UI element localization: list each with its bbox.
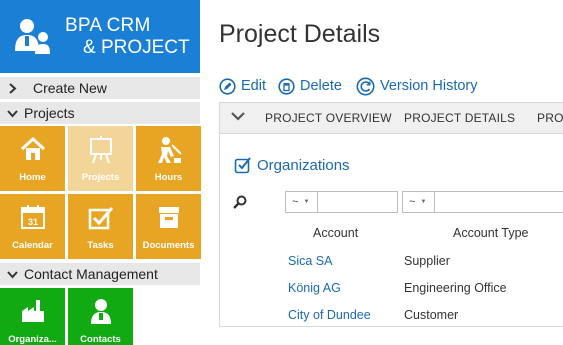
tile-label: Home [19,172,46,183]
brand-header[interactable]: BPA CRM & PROJECT [0,0,200,73]
svg-text:31: 31 [27,217,37,227]
tile-label: Documents [142,240,195,251]
account-type-cell: Engineering Office [404,281,507,295]
tile-home[interactable]: Home [0,126,65,191]
create-new-label: Create New [33,80,107,96]
tile-label: Tasks [87,240,114,251]
account-filter-input[interactable] [318,192,397,212]
edit-label: Edit [241,78,266,94]
account-type-filter: ~ ▼ [402,191,563,213]
factory-icon [0,298,65,328]
tile-label: Hours [154,172,183,183]
tile-label: Organiza... [8,334,57,345]
checkbox-icon [68,204,133,234]
account-type-filter-input[interactable] [435,192,563,212]
easel-icon [68,136,133,166]
brand-title: BPA CRM [65,15,151,36]
nav-create-new[interactable]: Create New [0,77,200,99]
delete-button[interactable]: Delete [278,76,342,96]
account-link[interactable]: König AG [288,281,341,295]
column-header-account-type[interactable]: Account Type [453,226,529,240]
nav-projects-section[interactable]: Projects [0,102,200,124]
section-tab-bar: PROJECT OVERVIEW PROJECT DETAILS PROJE [219,102,563,134]
tile-tasks[interactable]: Tasks [68,194,133,259]
tile-label: Contacts [80,334,121,345]
organizations-heading[interactable]: Organizations [234,156,350,174]
worker-icon [136,136,201,166]
trash-icon [278,77,295,95]
table-row: City of Dundee Customer [220,308,563,332]
history-icon [356,77,375,95]
person-icon [68,298,133,328]
tab-project-truncated[interactable]: PROJE [537,111,563,125]
tile-contacts[interactable]: Contacts [68,288,133,345]
main-content: Project Details Edit Delete Version Hist… [200,0,563,345]
crm-logo-icon [15,19,50,54]
version-history-label: Version History [380,78,478,94]
table-row: König AG Engineering Office [220,281,563,305]
page-title: Project Details [219,20,381,48]
tab-project-overview[interactable]: PROJECT OVERVIEW [265,111,392,125]
account-filter-operator[interactable]: ~ ▼ [286,192,318,212]
account-type-cell: Customer [404,308,459,322]
table-row: Sica SA Supplier [220,254,563,278]
brand-subtitle: & PROJECT [83,37,190,58]
account-link[interactable]: Sica SA [288,254,332,268]
calendar-icon: 31 [0,204,65,234]
column-header-account[interactable]: Account [313,226,358,240]
account-type-filter-operator[interactable]: ~ ▼ [403,192,435,212]
tile-documents[interactable]: Documents [136,194,201,259]
account-filter: ~ ▼ [285,191,398,213]
pencil-icon [219,77,236,95]
chevron-right-icon [0,82,24,94]
home-icon [0,136,65,166]
account-type-cell: Supplier [404,254,450,268]
tile-organizations[interactable]: Organiza... [0,288,65,345]
tile-hours[interactable]: Hours [136,126,201,191]
projects-section-label: Projects [24,105,75,121]
checkbox-edit-icon [234,157,251,174]
contact-section-label: Contact Management [24,266,158,282]
organizations-panel: Organizations ~ ▼ ~ ▼ Account Account Type… [219,134,563,327]
version-history-button[interactable]: Version History [356,76,478,96]
tab-project-details[interactable]: PROJECT DETAILS [404,111,515,125]
sidebar: BPA CRM & PROJECT Create New Projects Ho… [0,0,201,345]
tile-label: Projects [81,172,120,183]
tile-projects[interactable]: Projects [68,126,133,191]
delete-label: Delete [300,78,342,94]
chevron-down-icon [0,270,24,279]
search-icon[interactable] [233,195,247,209]
edit-button[interactable]: Edit [219,76,266,96]
nav-contact-management-section[interactable]: Contact Management [0,263,200,285]
chevron-down-icon[interactable] [231,111,245,121]
tile-label: Calendar [12,240,53,251]
tile-calendar[interactable]: 31 Calendar [0,194,65,259]
account-link[interactable]: City of Dundee [288,308,371,322]
file-box-icon [136,204,201,234]
organizations-title: Organizations [257,156,350,174]
chevron-down-icon [0,109,24,118]
